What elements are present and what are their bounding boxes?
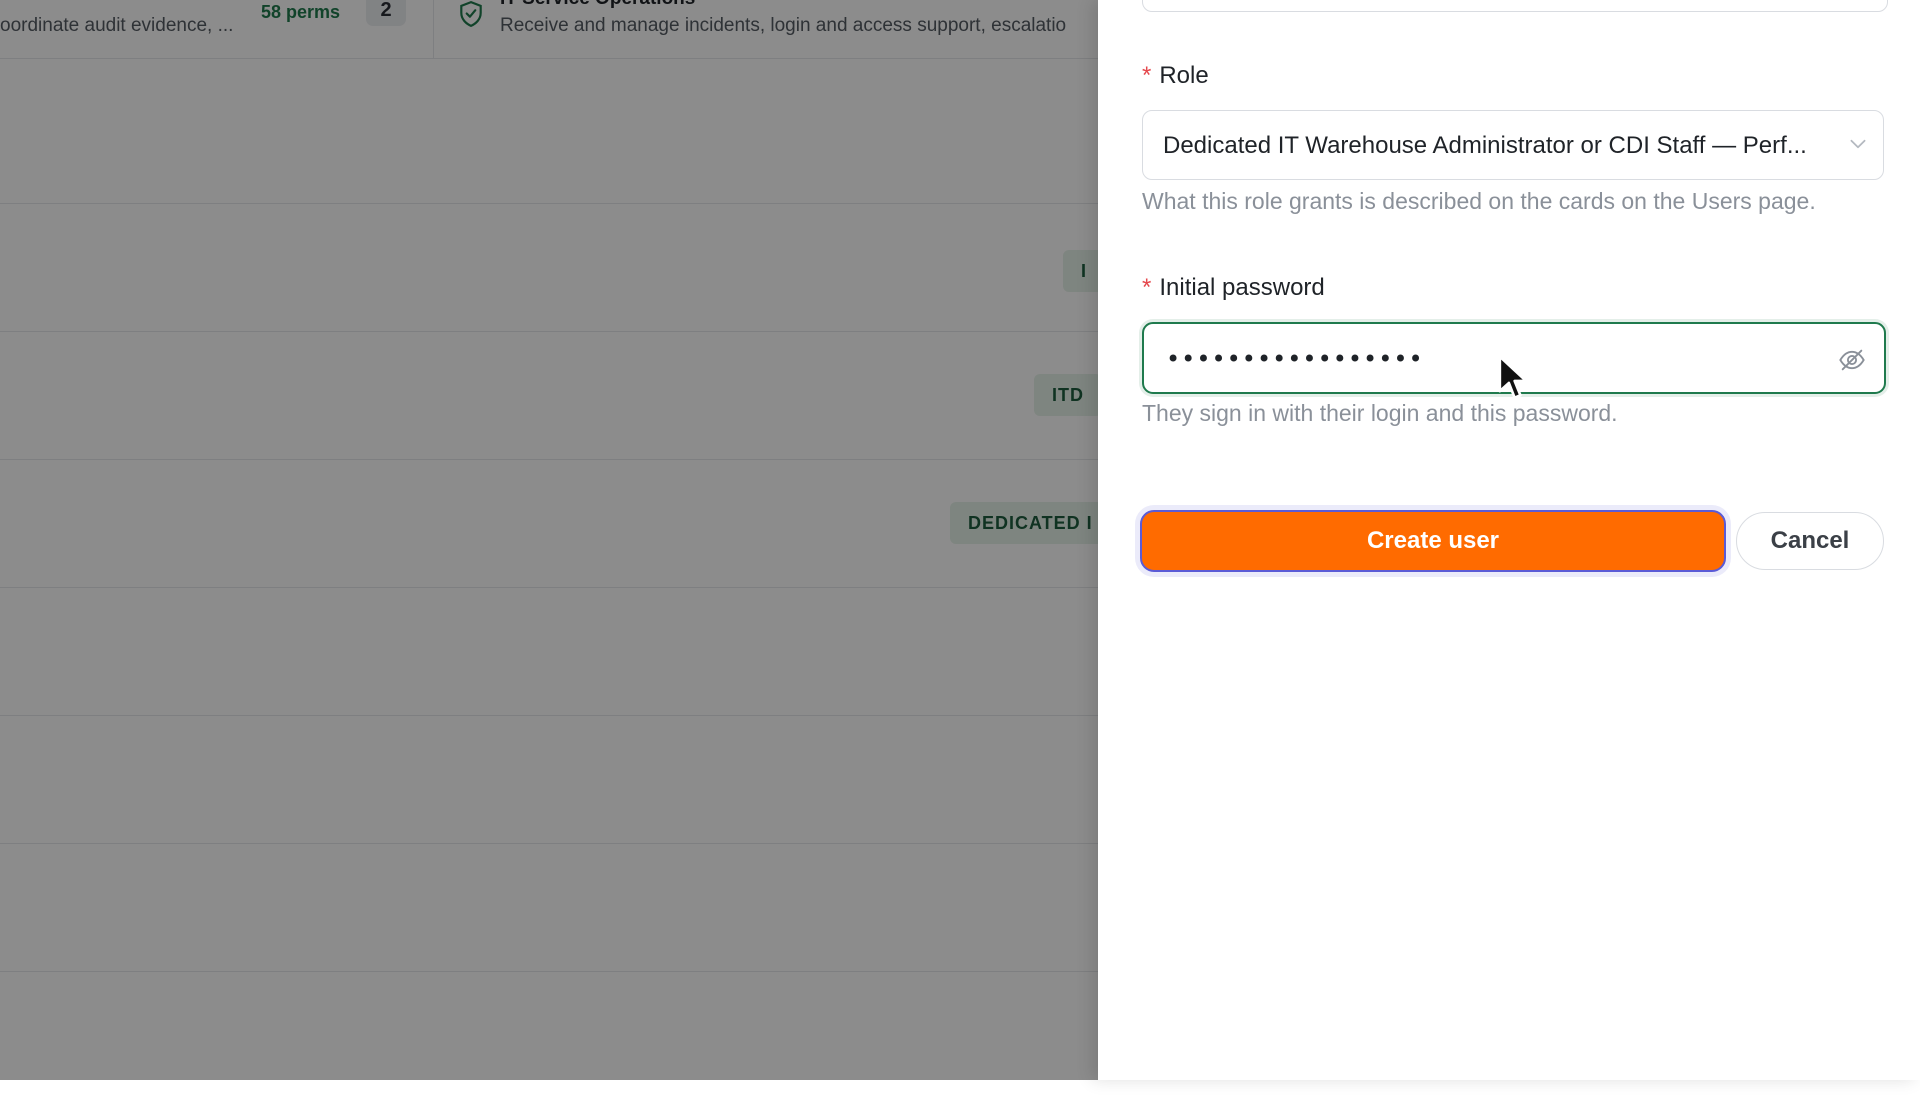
previous-field-input[interactable] <box>1142 0 1888 12</box>
cancel-button[interactable]: Cancel <box>1736 512 1884 570</box>
password-label-text: Initial password <box>1159 274 1325 301</box>
role-label-text: Role <box>1159 62 1209 89</box>
password-label: * Initial password <box>1142 274 1325 302</box>
eye-off-icon[interactable] <box>1838 346 1866 374</box>
password-input[interactable] <box>1164 340 1808 378</box>
create-user-button[interactable]: Create user <box>1140 510 1726 572</box>
role-label: * Role <box>1142 62 1209 90</box>
required-marker: * <box>1142 274 1152 301</box>
role-select[interactable]: Dedicated IT Warehouse Administrator or … <box>1142 110 1884 180</box>
chevron-down-icon <box>1850 139 1866 149</box>
password-field[interactable] <box>1142 322 1886 394</box>
role-select-value: Dedicated IT Warehouse Administrator or … <box>1163 132 1807 159</box>
password-helper-text: They sign in with their login and this p… <box>1142 400 1618 426</box>
role-helper-text: What this role grants is described on th… <box>1142 188 1816 214</box>
modal-overlay[interactable] <box>0 0 1098 1080</box>
required-marker: * <box>1142 62 1152 89</box>
create-user-drawer: * Role Dedicated IT Warehouse Administrat… <box>1098 0 1920 1080</box>
